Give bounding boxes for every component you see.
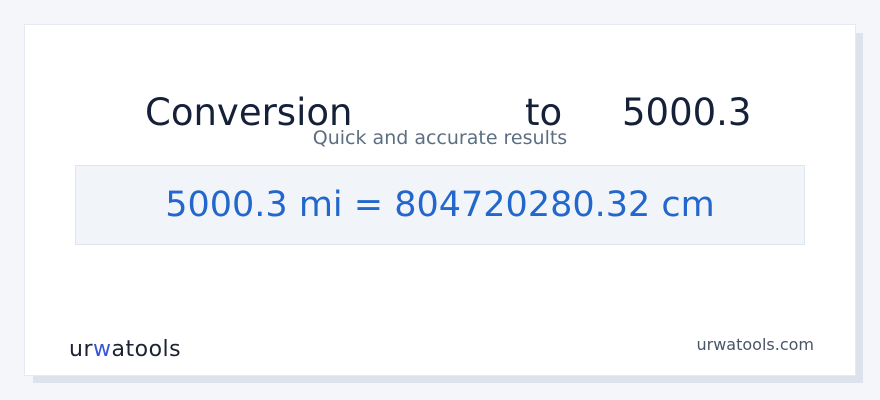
converter-card: Conversion to 5000.3 Quick and accurate … — [25, 25, 855, 375]
result-box: 5000.3 mi = 804720280.32 cm — [75, 165, 805, 245]
site-domain: urwatools.com — [696, 335, 815, 354]
logo-part-2: w — [93, 337, 112, 362]
logo-part-3: atools — [111, 337, 182, 362]
subtitle: Quick and accurate results — [312, 127, 568, 149]
urwatools-logo: urwatools — [69, 337, 181, 363]
result-text: 5000.3 mi = 804720280.32 cm — [165, 185, 715, 225]
logo-part-1: ur — [69, 337, 93, 362]
